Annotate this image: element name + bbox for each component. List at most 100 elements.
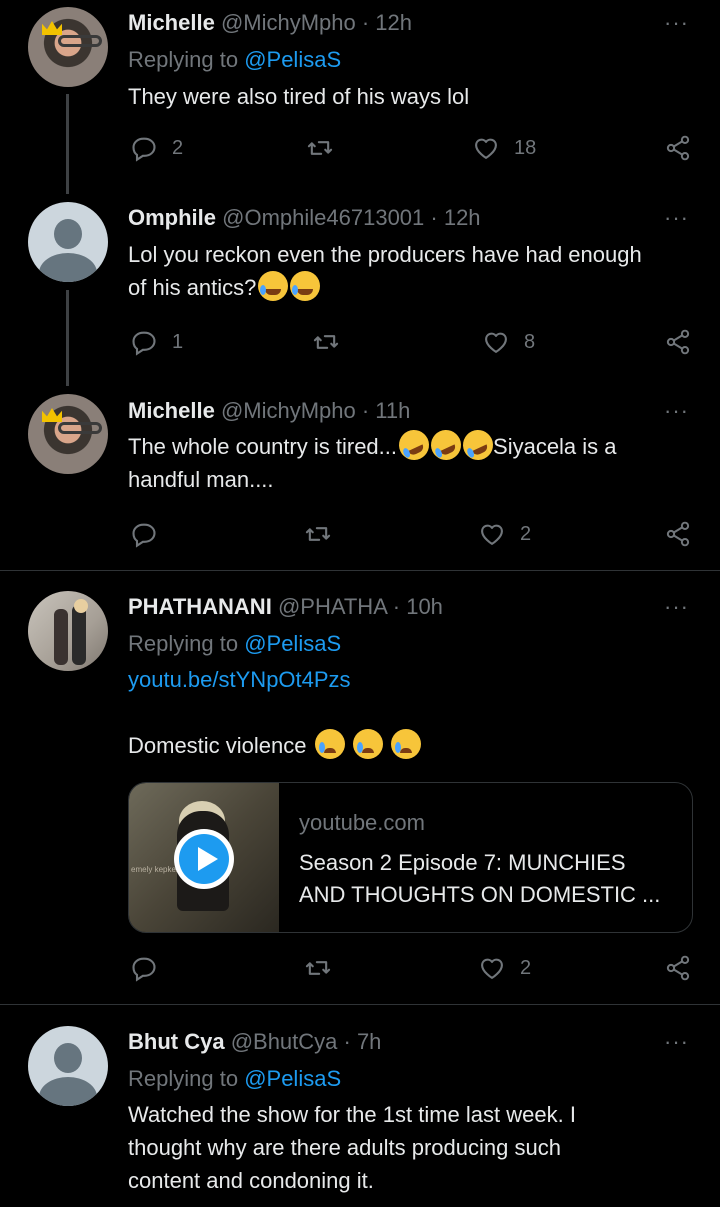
retweet-icon: [306, 134, 334, 162]
more-icon[interactable]: ···: [664, 1031, 689, 1053]
crown-decoration: [42, 21, 62, 35]
crying-emoji-icon: [352, 729, 383, 759]
card-body: youtube.com Season 2 Episode 7: MUNCHIES…: [299, 809, 684, 911]
play-icon-circle: [179, 834, 229, 884]
tweet-header: Bhut Cya @BhutCya · 7h: [128, 1028, 381, 1056]
joy-emoji-icon: [290, 271, 321, 301]
thread-line: [66, 94, 69, 194]
retweet-icon: [304, 954, 332, 982]
tweet-text-line: Siyacela is a: [493, 434, 617, 459]
replying-to: Replying to @PelisaS: [128, 46, 341, 74]
like-button[interactable]: 8: [482, 328, 535, 356]
tweet-text-line: handful man....: [128, 467, 274, 492]
like-button[interactable]: 18: [472, 134, 536, 162]
retweet-icon: [312, 328, 340, 356]
thread-line: [66, 290, 69, 386]
card-title: Season 2 Episode 7: MUNCHIES AND THOUGHT…: [299, 847, 684, 911]
avatar[interactable]: [28, 202, 108, 282]
share-button[interactable]: [664, 328, 692, 356]
tweet-link[interactable]: youtu.be/stYNpOt4Pzs: [128, 663, 698, 696]
tweet-text: Domestic violence: [128, 729, 698, 762]
replying-to: Replying to @PelisaS: [128, 630, 341, 658]
tweet-text-line: Watched the show for the 1st time last w…: [128, 1102, 576, 1127]
rofl-emoji-icon: [394, 425, 434, 465]
retweet-button[interactable]: [306, 134, 334, 162]
display-name[interactable]: Michelle: [128, 398, 215, 423]
video-thumbnail[interactable]: emely kepkelo: [129, 783, 279, 932]
like-count: 2: [520, 956, 532, 979]
link-card[interactable]: emely kepkelo youtube.com Season 2 Episo…: [128, 782, 693, 933]
like-icon: [478, 520, 506, 548]
card-title-line: AND THOUGHTS ON DOMESTIC ...: [299, 882, 661, 907]
avatar[interactable]: [28, 394, 108, 474]
replying-to-handle[interactable]: @PelisaS: [244, 631, 341, 656]
tweet-text-line: Lol you reckon even the producers have h…: [128, 242, 642, 267]
more-icon[interactable]: ···: [664, 12, 689, 34]
more-icon[interactable]: ···: [664, 596, 689, 618]
replying-to-handle[interactable]: @PelisaS: [244, 47, 341, 72]
display-name[interactable]: Omphile: [128, 205, 216, 230]
reply-button[interactable]: 1: [130, 328, 183, 356]
reply-count: 2: [172, 136, 184, 159]
display-name[interactable]: Michelle: [128, 10, 215, 35]
rofl-emoji-icon: [426, 425, 466, 465]
display-name[interactable]: Bhut Cya: [128, 1029, 225, 1054]
handle-time: @Omphile46713001 · 12h: [222, 205, 481, 230]
share-button[interactable]: [664, 520, 692, 548]
handle-time: @MichyMpho · 12h: [220, 10, 413, 35]
glasses-decoration: [58, 422, 102, 434]
like-button[interactable]: 2: [478, 520, 531, 548]
reply-count: 1: [172, 330, 184, 353]
replying-to-handle[interactable]: @PelisaS: [244, 1066, 341, 1091]
more-icon[interactable]: ···: [664, 400, 689, 422]
reply-button[interactable]: 2: [130, 134, 183, 162]
like-icon: [478, 954, 506, 982]
display-name[interactable]: PHATHANANI: [128, 594, 272, 619]
tweet-header: PHATHANANI @PHATHA · 10h: [128, 593, 443, 621]
like-icon: [472, 134, 500, 162]
share-icon: [664, 954, 692, 982]
avatar[interactable]: [28, 7, 108, 87]
like-button[interactable]: 2: [478, 954, 531, 982]
tweet-text: Lol you reckon even the producers have h…: [128, 238, 698, 304]
retweet-button[interactable]: [304, 520, 332, 548]
avatar[interactable]: [28, 1026, 108, 1106]
retweet-button[interactable]: [312, 328, 340, 356]
tweet-text-line: content and condoning it.: [128, 1168, 374, 1193]
default-avatar-icon: [54, 219, 82, 249]
replying-to: Replying to @PelisaS: [128, 1065, 341, 1093]
avatar-figure: [54, 609, 68, 665]
retweet-icon: [304, 520, 332, 548]
handle-time: @PHATHA · 10h: [277, 594, 443, 619]
reply-button[interactable]: [130, 954, 158, 982]
default-avatar-body: [39, 1077, 97, 1106]
like-icon: [482, 328, 510, 356]
retweet-button[interactable]: [304, 954, 332, 982]
share-button[interactable]: [664, 134, 692, 162]
tweet-text-line: Domestic violence: [128, 733, 307, 758]
reply-button[interactable]: [130, 520, 158, 548]
avatar-figure: [72, 605, 86, 665]
avatar-figure-head: [74, 599, 88, 613]
tweet-header: Omphile @Omphile46713001 · 12h: [128, 204, 481, 232]
tweet-text-line: thought why are there adults producing s…: [128, 1135, 561, 1160]
handle-time: @BhutCya · 7h: [230, 1029, 382, 1054]
share-button[interactable]: [664, 954, 692, 982]
glasses-decoration: [58, 35, 102, 47]
tweet-text: The whole country is tired... Siyacela is…: [128, 425, 698, 496]
crying-emoji-icon: [314, 729, 345, 759]
play-triangle: [198, 847, 218, 871]
replying-to-label: Replying to: [128, 47, 245, 72]
avatar[interactable]: [28, 591, 108, 671]
reply-icon: [130, 134, 158, 162]
more-icon[interactable]: ···: [664, 207, 689, 229]
tweet-header: Michelle @MichyMpho · 11h: [128, 397, 410, 425]
like-count: 8: [524, 330, 536, 353]
rofl-emoji-icon: [458, 425, 498, 465]
joy-emoji-icon: [258, 271, 289, 301]
play-icon[interactable]: [174, 829, 234, 889]
crown-decoration: [42, 408, 62, 422]
tweet-text: They were also tired of his ways lol: [128, 84, 470, 109]
default-avatar-icon: [54, 1043, 82, 1073]
reply-icon: [130, 954, 158, 982]
